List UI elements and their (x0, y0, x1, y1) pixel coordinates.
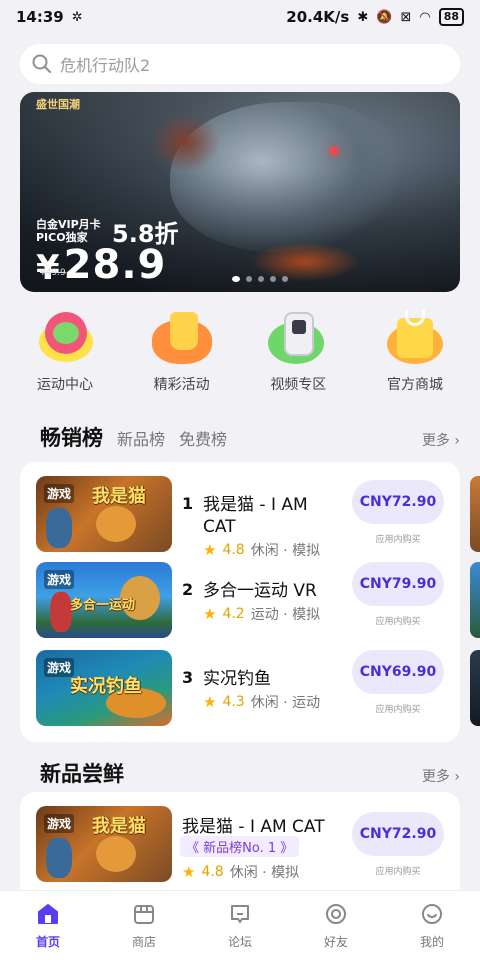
bluetooth-icon: ✱ (357, 9, 369, 25)
list-item[interactable]: 游戏 多合一运动 2 多合一运动 VR ★ 4.2 运动 · 模拟 CNY79.… (36, 562, 446, 640)
list-item[interactable]: 游戏 实况钓鱼 3 实况钓鱼 ★ 4.3 休闲 · 运动 CNY69.90 应用… (36, 650, 446, 728)
forum-icon (231, 905, 249, 923)
section-title-new: 新品尝鲜 (40, 762, 124, 786)
search-placeholder: 危机行动队2 (60, 56, 151, 75)
app-rating: 4.8 (222, 542, 245, 558)
app-name: 我是猫 - I AM CAT (182, 817, 325, 837)
category-events[interactable]: 精彩活动 (137, 310, 227, 394)
rank-number: 2 (182, 580, 194, 599)
nav-profile[interactable]: 我的 (392, 901, 472, 950)
app-name: 多合一运动 VR (203, 581, 317, 601)
sports-center-icon (33, 310, 97, 366)
in-app-purchase-note: 应用内购买 (375, 705, 421, 715)
price-button[interactable]: CNY72.90 (352, 812, 444, 856)
status-time: 14:39 (16, 8, 64, 26)
network-speed: 20.4K/s (286, 8, 350, 26)
price-button[interactable]: CNY79.90 (352, 562, 444, 606)
nav-forum[interactable]: 论坛 (200, 901, 280, 950)
battery-icon: 88 (438, 8, 464, 26)
app-meta: ★ 4.8 休闲 · 模拟 (203, 540, 320, 560)
banner-old-price: ¥49.9 (40, 268, 66, 278)
category-sports-center[interactable]: 运动中心 (20, 310, 110, 394)
app-tags: 休闲 · 运动 (250, 695, 321, 711)
ranking-header: 畅销榜 新品榜 免费榜 更多 › (40, 422, 460, 452)
home-icon (38, 904, 58, 924)
nav-friends[interactable]: 好友 (296, 901, 376, 950)
new-section-header: 新品尝鲜 更多 › (40, 758, 460, 788)
banner-price-value: 28.9 (63, 242, 167, 288)
in-app-purchase-note: 应用内购买 (375, 535, 421, 545)
new-product-card: 游戏 我是猫 我是猫 - I AM CAT 《 新品榜No. 1 》 ★ 4.8… (20, 792, 460, 902)
search-icon (32, 54, 51, 73)
app-tags: 休闲 · 模拟 (229, 865, 300, 881)
banner-dot[interactable] (282, 276, 288, 282)
wifi-icon: ◠ (419, 9, 431, 25)
status-bar: 14:39 ✲ 20.4K/s ✱ 🔕 ⊠ ◠ 88 (0, 0, 480, 34)
star-icon: ★ (203, 693, 217, 711)
app-tags: 休闲 · 模拟 (250, 543, 321, 559)
price-button[interactable]: CNY69.90 (352, 650, 444, 694)
app-rating: 4.3 (222, 694, 245, 710)
category-shortcuts: 运动中心 精彩活动 视频专区 官方商城 (20, 310, 460, 394)
ranking-more-link[interactable]: 更多 › (422, 430, 460, 450)
next-page-card-peek[interactable] (470, 562, 480, 638)
star-icon: ★ (203, 541, 217, 559)
list-item[interactable]: 游戏 我是猫 1 我是猫 - I AM CAT ★ 4.8 休闲 · 模拟 CN… (36, 476, 446, 559)
banner-vip-label: 白金VIP月卡 PICO独家 (36, 218, 101, 244)
events-icon (150, 310, 214, 366)
app-meta: ★ 4.8 休闲 · 模拟 (182, 862, 299, 882)
video-zone-icon (266, 310, 330, 366)
mute-icon: 🔕 (376, 9, 393, 25)
rank-number: 3 (182, 668, 194, 687)
banner-pagination[interactable] (232, 276, 288, 282)
ranking-list: 游戏 我是猫 1 我是猫 - I AM CAT ★ 4.8 休闲 · 模拟 CN… (20, 462, 460, 742)
in-app-purchase-note: 应用内购买 (375, 617, 421, 627)
game-thumbnail: 游戏 多合一运动 (36, 562, 172, 638)
tab-free[interactable]: 免费榜 (179, 426, 227, 450)
promo-banner[interactable]: 盛世国潮 白金VIP月卡 PICO独家 5.8折 ¥ ¥49.9 28.9 (20, 92, 460, 292)
new-more-link[interactable]: 更多 › (422, 766, 460, 786)
banner-dot[interactable] (258, 276, 264, 282)
next-page-card-peek[interactable] (470, 476, 480, 552)
app-rating: 4.2 (222, 606, 245, 622)
nav-home[interactable]: 首页 (8, 901, 88, 950)
search-bar[interactable]: 危机行动队2 (20, 44, 460, 84)
app-tags: 运动 · 模拟 (250, 607, 321, 623)
app-notification-icon: ✲ (71, 9, 83, 25)
sim-off-icon: ⊠ (400, 9, 412, 25)
nav-store[interactable]: 商店 (104, 901, 184, 950)
tab-new-products[interactable]: 新品榜 (117, 426, 165, 450)
rank-badge: 《 新品榜No. 1 》 (180, 836, 300, 857)
app-meta: ★ 4.3 休闲 · 运动 (203, 692, 320, 712)
app-meta: ★ 4.2 运动 · 模拟 (203, 604, 320, 624)
banner-logo: 盛世国潮 (36, 98, 80, 111)
bottom-nav: 首页 商店 论坛 好友 我的 (0, 890, 480, 960)
in-app-purchase-note: 应用内购买 (375, 867, 421, 877)
store-icon (134, 905, 154, 924)
game-thumbnail: 游戏 我是猫 (36, 806, 172, 882)
app-name: 实况钓鱼 (203, 669, 271, 689)
profile-icon (422, 904, 442, 924)
tab-bestseller[interactable]: 畅销榜 (40, 422, 103, 452)
category-video-zone[interactable]: 视频专区 (253, 310, 343, 394)
rank-number: 1 (182, 494, 194, 513)
banner-dot[interactable] (270, 276, 276, 282)
banner-dot[interactable] (232, 276, 240, 282)
price-button[interactable]: CNY72.90 (352, 480, 444, 524)
star-icon: ★ (182, 863, 196, 881)
next-page-card-peek[interactable] (470, 650, 480, 726)
game-thumbnail: 游戏 我是猫 (36, 476, 172, 552)
star-icon: ★ (203, 605, 217, 623)
app-rating: 4.8 (201, 864, 224, 880)
friends-icon (326, 904, 346, 924)
app-name: 我是猫 - I AM CAT (203, 495, 308, 537)
banner-price: ¥ ¥49.9 28.9 (36, 242, 166, 288)
banner-dot[interactable] (246, 276, 252, 282)
game-thumbnail: 游戏 实况钓鱼 (36, 650, 172, 726)
official-store-icon (383, 310, 447, 366)
category-official-store[interactable]: 官方商城 (370, 310, 460, 394)
